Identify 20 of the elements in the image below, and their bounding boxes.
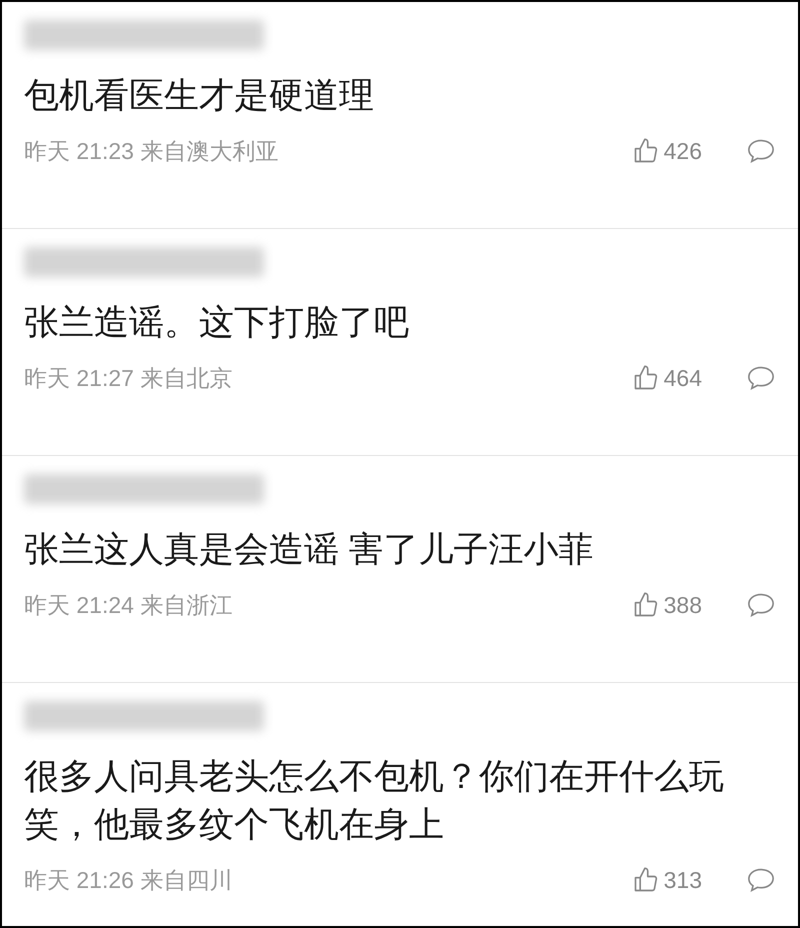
thumbs-up-icon[interactable] [632,591,660,620]
comment-text: 包机看医生才是硬道理 [24,75,375,117]
like-count: 426 [664,137,702,166]
comment-time-location: 昨天 21:27 来自北京 [24,364,232,393]
comment-icon[interactable] [746,866,776,894]
comment-icon[interactable] [746,137,776,166]
comment-time-location: 昨天 21:24 来自浙江 [24,591,232,620]
like-count: 313 [664,866,702,895]
thumbs-up-icon[interactable] [632,364,660,392]
comment-text: 很多人问具老头怎么不包机？你们在开什么玩笑，他最多纹个飞机在身上 [24,756,725,846]
like-count: 464 [664,364,702,393]
comment-time-location: 昨天 21:26 来自四川 [24,866,232,895]
thumbs-up-icon[interactable] [632,137,660,166]
comment-text: 张兰这人真是会造谣 害了儿子汪小菲 [24,529,595,571]
comment-text: 张兰造谣。这下打脸了吧 [24,302,410,344]
thumbs-up-icon[interactable] [632,866,660,894]
comment-icon[interactable] [746,591,776,620]
comment-time-location: 昨天 21:23 来自澳大利亚 [24,137,278,166]
comment-icon[interactable] [746,364,776,392]
like-count: 388 [664,591,702,620]
